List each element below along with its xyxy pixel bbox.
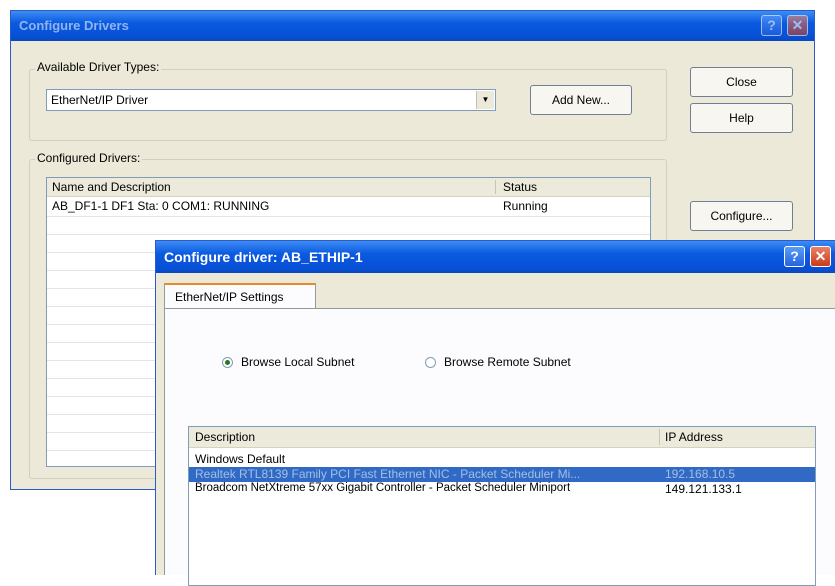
adapter-list-header: Description IP Address	[189, 427, 815, 448]
tab-ethernet-ip-settings[interactable]: EtherNet/IP Settings	[164, 283, 316, 309]
column-description[interactable]: Description	[195, 430, 255, 444]
configure-drivers-titlebar[interactable]: Configure Drivers ? ✕	[11, 11, 814, 41]
configure-driver-titlebar[interactable]: Configure driver: AB_ETHIP-1 ? ✕	[156, 241, 835, 273]
configure-button[interactable]: Configure...	[690, 201, 793, 231]
adapter-list[interactable]: Description IP Address Windows Default R…	[188, 426, 816, 586]
close-icon[interactable]: ✕	[787, 15, 808, 36]
column-status[interactable]: Status	[503, 180, 537, 194]
close-label: Close	[726, 75, 757, 89]
chevron-down-icon: ▼	[481, 95, 490, 104]
help-icon[interactable]: ?	[784, 246, 805, 267]
browse-remote-label[interactable]: Browse Remote Subnet	[444, 355, 571, 369]
configured-drivers-header: Name and Description Status	[47, 178, 650, 197]
add-new-label: Add New...	[551, 93, 611, 107]
adapter-description: Windows Default	[195, 452, 286, 466]
browse-local-label[interactable]: Browse Local Subnet	[241, 355, 354, 369]
close-icon[interactable]: ✕	[810, 246, 831, 267]
column-ip-address[interactable]: IP Address	[665, 430, 723, 444]
configure-driver-title: Configure driver: AB_ETHIP-1	[164, 249, 363, 265]
driver-name: AB_DF1-1 DF1 Sta: 0 COM1: RUNNING	[52, 199, 270, 213]
dropdown-arrow-button[interactable]: ▼	[476, 91, 494, 109]
configure-driver-dialog: Configure driver: AB_ETHIP-1 ? ✕ EtherNe…	[155, 240, 835, 586]
configured-drivers-label: Configured Drivers:	[35, 151, 143, 165]
grid-line	[47, 216, 650, 217]
column-divider	[659, 429, 660, 445]
driver-type-select[interactable]: EtherNet/IP Driver ▼	[46, 89, 496, 111]
driver-type-value: EtherNet/IP Driver	[51, 93, 149, 107]
column-name-and-description[interactable]: Name and Description	[52, 180, 171, 194]
close-button[interactable]: Close	[690, 67, 793, 97]
browse-remote-radio[interactable]	[425, 357, 436, 368]
grid-line	[47, 234, 650, 235]
help-icon[interactable]: ?	[761, 15, 782, 36]
configure-drivers-title: Configure Drivers	[19, 18, 129, 33]
driver-status: Running	[503, 199, 548, 213]
add-new-button[interactable]: Add New...	[530, 85, 632, 115]
tab-panel: Browse Local Subnet Browse Remote Subnet…	[164, 308, 835, 586]
adapter-ip: 149.121.133.1	[665, 482, 742, 496]
configure-label: Configure...	[710, 209, 773, 223]
adapter-description: Broadcom NetXtreme 57xx Gigabit Controll…	[195, 482, 571, 494]
available-driver-types-label: Available Driver Types:	[35, 60, 162, 74]
adapter-ip: 192.168.10.5	[665, 467, 736, 481]
table-row[interactable]: Broadcom NetXtreme 57xx Gigabit Controll…	[189, 482, 815, 497]
table-row-selected[interactable]: Realtek RTL8139 Family PCI Fast Ethernet…	[189, 467, 815, 482]
column-divider	[495, 180, 496, 194]
table-row[interactable]: Windows Default	[189, 452, 815, 467]
tab-label: EtherNet/IP Settings	[175, 290, 284, 304]
list-item[interactable]: AB_DF1-1 DF1 Sta: 0 COM1: RUNNING Runnin…	[47, 199, 650, 214]
help-label: Help	[729, 111, 754, 125]
adapter-description: Realtek RTL8139 Family PCI Fast Ethernet…	[195, 467, 581, 481]
browse-local-radio[interactable]	[222, 357, 233, 368]
help-button[interactable]: Help	[690, 103, 793, 133]
